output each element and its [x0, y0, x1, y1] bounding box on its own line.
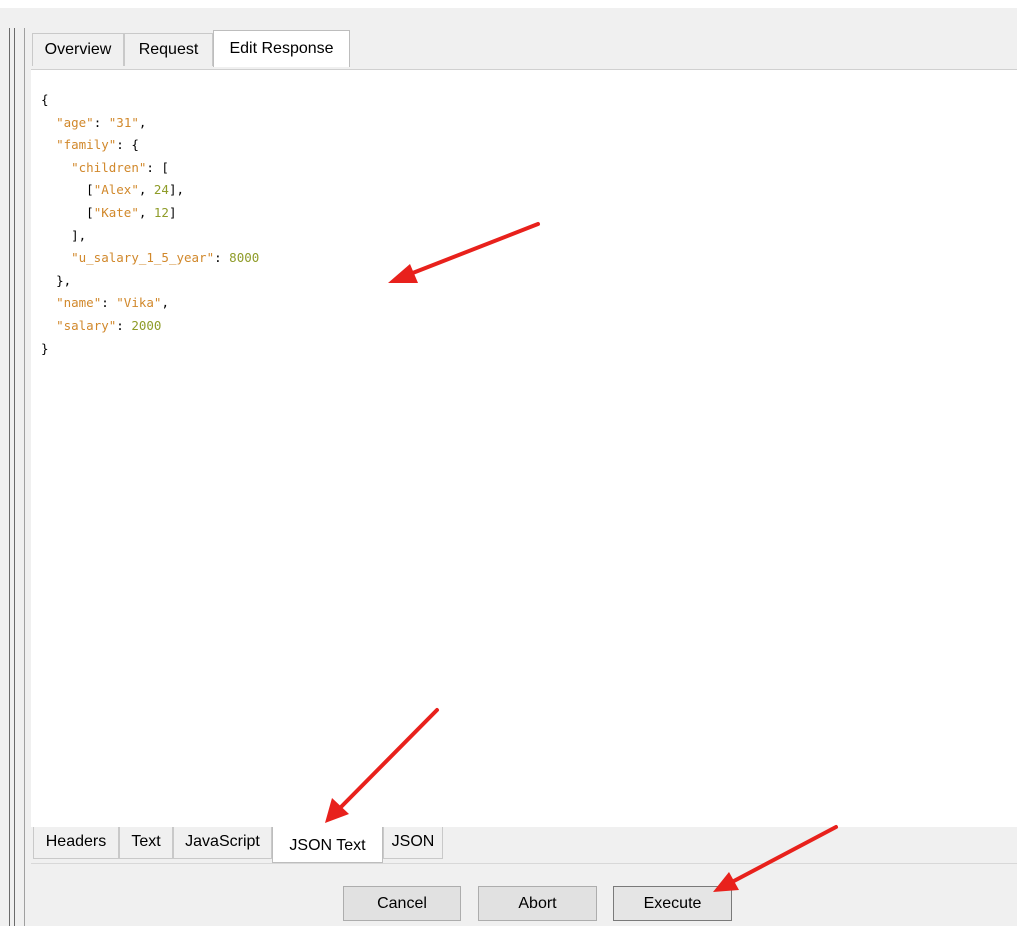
json-number-value: 2000	[131, 317, 162, 333]
tab-json-text[interactable]: JSON Text	[272, 827, 383, 863]
json-key: "u_salary_1_5_year"	[71, 250, 215, 266]
tab-overview[interactable]: Overview	[32, 33, 124, 66]
json-key: "children"	[71, 159, 147, 175]
panel-border	[24, 28, 25, 926]
json-string-value: "Vika"	[116, 295, 162, 311]
cancel-button[interactable]: Cancel	[343, 886, 461, 921]
json-code[interactable]: { "age": "31", "family": { "children": […	[41, 89, 259, 360]
tab-edit-response[interactable]: Edit Response	[213, 30, 350, 67]
tab-javascript[interactable]: JavaScript	[173, 827, 272, 859]
window-top-strip	[0, 0, 1017, 8]
panel-splitter-right	[14, 28, 15, 926]
json-string-value: "Alex"	[93, 182, 139, 198]
json-number-value: 8000	[229, 250, 260, 266]
tab-request[interactable]: Request	[124, 33, 213, 66]
json-number-value: 24	[153, 182, 169, 198]
bottom-tab-bar: Headers Text JavaScript JSON Text JSON	[31, 827, 1017, 863]
json-key: "family"	[56, 137, 117, 153]
panel-splitter-left[interactable]	[9, 28, 10, 926]
tab-text[interactable]: Text	[119, 827, 173, 859]
json-string-value: "31"	[108, 114, 139, 130]
button-bar-divider	[31, 863, 1017, 864]
tab-headers[interactable]: Headers	[33, 827, 119, 859]
json-editor[interactable]: { "age": "31", "family": { "children": […	[31, 69, 1017, 827]
execute-button[interactable]: Execute	[613, 886, 732, 921]
json-key: "age"	[56, 114, 94, 130]
json-number-value: 12	[153, 204, 169, 220]
json-key: "name"	[56, 295, 102, 311]
abort-button[interactable]: Abort	[478, 886, 597, 921]
json-string-value: "Kate"	[93, 204, 139, 220]
tab-json[interactable]: JSON	[383, 827, 443, 859]
json-key: "salary"	[56, 317, 117, 333]
